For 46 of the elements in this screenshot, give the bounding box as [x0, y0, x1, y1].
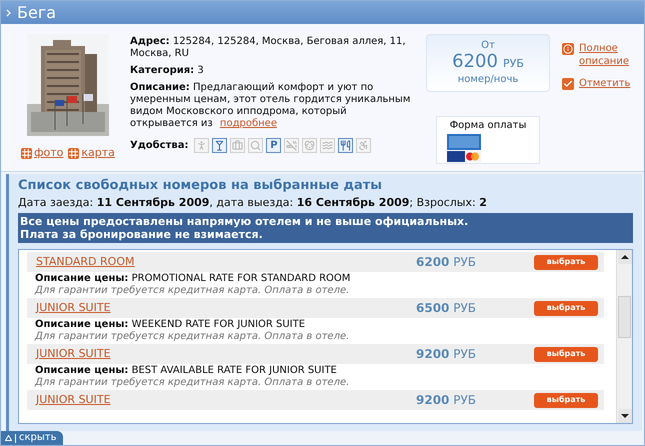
room-name-link[interactable]: JUNIOR SUITE [36, 300, 416, 316]
map-link[interactable]: карта [68, 145, 115, 162]
room-price: 6200 РУБ [416, 254, 478, 271]
select-button[interactable]: выбрать [534, 254, 598, 270]
grid-icon [68, 148, 80, 159]
price-unit: номер/ночь [458, 74, 518, 86]
payment-note: Для гарантии требуется кредитная карта. Оплата в отеле. [34, 331, 350, 344]
window-title: Бега [17, 4, 56, 20]
amenities-label: Удобства: [130, 140, 188, 152]
price-amount: 6200 РУБ [452, 52, 524, 74]
chevron-icon [6, 8, 11, 16]
address-text: Адрес: 125284, 125284, Москва, Беговая аллея, 11, Москва, RU [130, 36, 407, 60]
select-button[interactable]: выбрать [534, 346, 598, 362]
rooms-title: Список свободных номеров на выбранные даты [18, 177, 384, 195]
rate-description: Описание цены: BEST AVAILABLE RATE FOR JUNIOR SUITE [34, 364, 338, 377]
grid-icon [21, 148, 32, 159]
room-name-link[interactable]: JUNIOR SUITE [36, 392, 416, 408]
room-price: 6500 РУБ [416, 300, 478, 317]
rate-description: Описание цены: PROMOTIONAL RATE FOR STANDARD ROOM [34, 272, 352, 285]
parking-icon: P [266, 138, 282, 153]
scroll-thumb[interactable] [618, 296, 631, 338]
room-price: 9200 РУБ [416, 392, 478, 409]
payment-note: Для гарантии требуется кредитная карта. Оплата в отеле. [34, 377, 350, 390]
photo-link[interactable]: фото [21, 145, 64, 162]
triangle-icon [5, 435, 12, 441]
room-name-link[interactable]: JUNIOR SUITE [36, 346, 416, 362]
payment-note: Для гарантии требуется кредитная карта. Оплата в отеле. [34, 285, 350, 298]
panel-link[interactable]: Отметить [579, 77, 641, 90]
scroll-up-icon[interactable] [618, 250, 632, 264]
price-from: От [481, 40, 495, 52]
room-price: 9200 РУБ [416, 346, 478, 363]
scroll-down-icon[interactable] [618, 409, 632, 423]
hide-tab[interactable]: скрыть [1, 431, 62, 445]
dates-text: Дата заезда: 11 Сентябрь 2009, дата выезда: 16 Сентябрь 2009; Взрослых: 2 [18, 195, 488, 211]
more-link[interactable]: подробнее [220, 118, 277, 129]
check-icon [562, 78, 574, 90]
room-name-link[interactable]: STANDARD ROOM [36, 254, 416, 270]
panel-link[interactable]: Полное описание [579, 42, 641, 68]
select-button[interactable]: выбрать [534, 392, 598, 408]
description-text: Описание: Предлагающий комфорт и уют по умеренным ценам, этот отель гордится уникальным видом Московского ипподрома, который открывается из подробнее [130, 82, 412, 130]
category-text: Категория: 3 [130, 65, 205, 77]
info-icon [562, 43, 574, 55]
select-button[interactable]: выбрать [534, 300, 598, 316]
notice-banner: Все цены предоставлены напрямую отелем и не выше официальных. Плата за бронирование не взимается. [18, 213, 633, 243]
payment-title: Форма оплаты [450, 119, 526, 132]
rate-description: Описание цены: WEEKEND RATE FOR JUNIOR SUITE [34, 318, 306, 331]
